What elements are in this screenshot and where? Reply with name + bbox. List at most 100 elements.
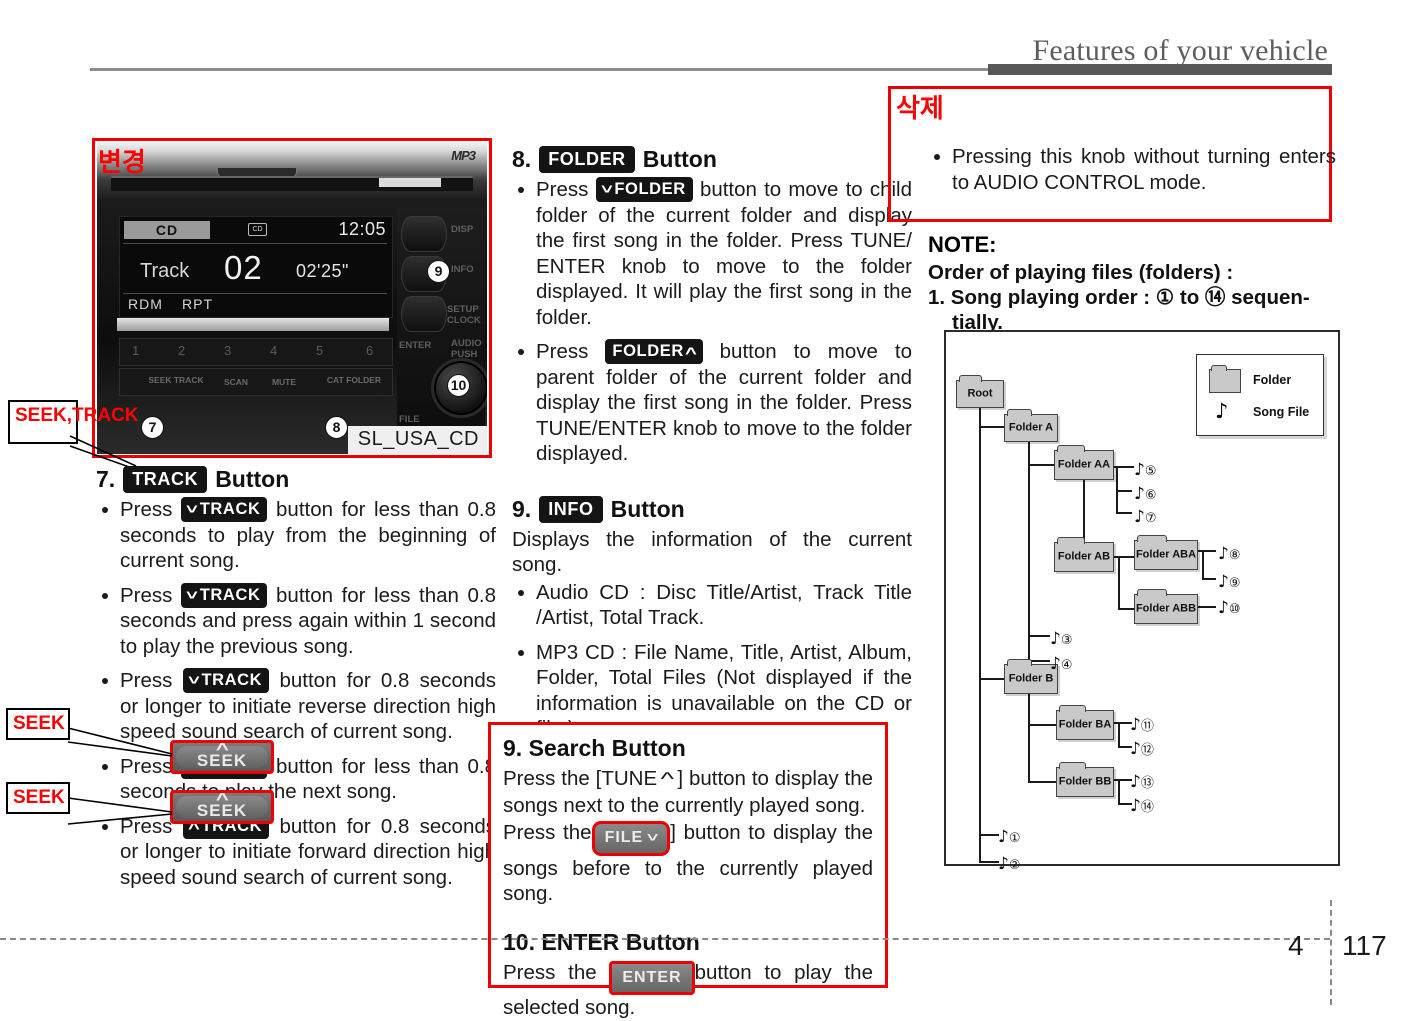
preset-3: 3: [224, 343, 232, 358]
tree-line: [1083, 478, 1085, 542]
bullet-post-3: button for 0.8 seconds or longer to init…: [120, 669, 497, 743]
car-audio-photo: MP3 CD CD 12:05 Track 02 02'25" RDM RPT …: [97, 142, 487, 454]
song-order-number: ②: [1008, 858, 1021, 873]
song-order-number: ①: [1008, 831, 1021, 846]
preset-6: 6: [366, 343, 374, 358]
info-section-word: Button: [610, 495, 685, 522]
track-section-word: Button: [215, 466, 290, 492]
enter-button[interactable]: ENTER: [609, 960, 695, 995]
callout-9: 9: [427, 260, 450, 283]
audio-control-bullet-list: Pressing this knob without turning enter…: [928, 144, 1336, 195]
seek-callout-label-1: SEEK: [6, 708, 70, 740]
radio-shelf: [117, 318, 389, 331]
preset-5: 5: [316, 343, 324, 358]
track-section-number: 7.: [96, 466, 116, 492]
lcd-elapsed-time: 02'25": [296, 261, 349, 281]
preset-1: 1: [132, 343, 140, 358]
tree-line: [1028, 440, 1030, 660]
tree-folder: Folder BA: [1056, 705, 1114, 740]
setup-clock-side-label: SETUP CLOCK: [447, 304, 481, 326]
list-item: Pressing this knob without turning enter…: [928, 144, 1336, 195]
file-down-button[interactable]: FILE ˅: [591, 821, 671, 856]
list-item: Press ˅FOLDER button to move to child fo…: [512, 177, 912, 330]
cat-folder-label: CAT FOLDER: [326, 375, 382, 385]
delete-annotation-label: 삭제: [896, 94, 944, 124]
seek-callout-text-2: SEEK: [13, 787, 65, 808]
seek-button-overlay-2[interactable]: ˄ SEEK: [170, 790, 274, 824]
caret-up-icon: ˄: [215, 789, 229, 806]
song-order-number: ⑩: [1228, 602, 1241, 617]
music-note-icon: ♪: [1130, 772, 1141, 792]
search-button-heading: 9. Search Button: [503, 735, 686, 761]
lcd-divider-bottom: [123, 293, 387, 294]
tree-song-file: ♪④: [1050, 654, 1073, 674]
tree-song-file: ♪⑬: [1130, 772, 1154, 792]
music-note-icon: ♪: [1218, 598, 1229, 618]
tree-folder-label: Folder B: [1008, 672, 1054, 685]
song-order-number: ⑤: [1144, 464, 1157, 479]
tree-song-file: ♪⑩: [1218, 598, 1241, 618]
song-order-number: ③: [1060, 633, 1073, 648]
music-note-icon: ♪: [1130, 796, 1141, 816]
song-order-number: ⑥: [1144, 488, 1157, 503]
diagram-legend: Folder ♪ Song File: [1196, 354, 1324, 436]
tree-folder-label: Folder A: [1008, 421, 1054, 434]
folder-bullet-post-2: button to move to parent folder of the c…: [536, 340, 912, 465]
caret-up-icon: ^: [660, 769, 675, 789]
note-heading: NOTE:: [928, 232, 997, 257]
seek-button-overlay-1[interactable]: ˄ SEEK: [170, 740, 274, 774]
cd-slot-highlight: [379, 178, 441, 187]
radio-lcd-display: CD CD 12:05 Track 02 02'25" RDM RPT: [119, 216, 393, 318]
preset-4: 4: [270, 343, 278, 358]
tree-folder: Folder ABA: [1134, 535, 1198, 570]
music-note-icon: ♪: [1050, 629, 1061, 649]
seek-track-callout-label: SEEK,TRACK: [8, 400, 139, 444]
setup-clock-button[interactable]: [401, 296, 447, 332]
page-title: Features of your vehicle: [1032, 34, 1328, 67]
tree-line: [1112, 556, 1134, 558]
tree-line: [979, 834, 999, 836]
song-order-number: ⑫: [1140, 743, 1154, 758]
radio-side-panel: DISP INFO SETUP CLOCK ENTER AUDIO PUSH F…: [397, 208, 487, 452]
tree-line: [1196, 606, 1216, 608]
tree-song-file: ♪⑪: [1130, 715, 1154, 735]
tree-line: [1112, 779, 1132, 781]
tree-line: [1118, 779, 1120, 803]
folder-down-kbd: ˅FOLDER: [595, 177, 693, 202]
tree-line: [1028, 781, 1058, 783]
bullet-pre-1: Press: [120, 498, 173, 521]
track-down-kbd-1: ˅TRACK: [180, 497, 268, 522]
tree-folder-label: Folder AA: [1057, 458, 1111, 471]
tree-song-file: ♪⑨: [1218, 572, 1241, 592]
track-down-kbd-3: ˅TRACK: [182, 668, 270, 693]
music-note-icon: ♪: [998, 827, 1009, 847]
note-item-1: 1. Song playing order : ① to ⑭ sequen-: [928, 286, 1310, 309]
tree-line: [1028, 635, 1050, 637]
tree-folder: Folder ABB: [1134, 589, 1198, 624]
folder-section-heading: 8. FOLDER Button: [512, 146, 912, 173]
tree-line: [1116, 466, 1118, 512]
music-note-icon: ♪: [1130, 715, 1141, 735]
tree-folder: Folder BB: [1056, 762, 1114, 797]
page-header: Features of your vehicle: [0, 0, 1424, 80]
left-column: 7. TRACK Button Press ˅TRACK button for …: [96, 466, 496, 899]
tree-line: [1028, 692, 1030, 782]
photo-caption: SL_USA_CD: [347, 426, 487, 454]
disc-icon: CD: [248, 223, 267, 236]
music-note-icon: ♪: [998, 854, 1009, 874]
music-note-icon: ♪: [1218, 544, 1229, 564]
folder-icon: [1209, 365, 1241, 393]
song-order-number: ④: [1060, 658, 1073, 673]
list-item: Press ˅TRACK button for less than 0.8 se…: [96, 582, 496, 660]
lcd-clock: 12:05: [338, 219, 386, 239]
bullet-pre-2: Press: [120, 583, 173, 607]
tree-folder-label: Folder AB: [1057, 550, 1111, 563]
track-down-kbd-2: ˅TRACK: [180, 582, 268, 608]
overlay-card-search-enter: 9. Search Button Press the [TUNE ^ ] but…: [488, 722, 888, 1019]
disp-button[interactable]: [401, 216, 447, 252]
info-kbd: INFO: [539, 495, 603, 523]
enter-side-label: ENTER: [399, 340, 432, 351]
list-item: Press ˅TRACK button for less than 0.8 se…: [96, 497, 496, 574]
